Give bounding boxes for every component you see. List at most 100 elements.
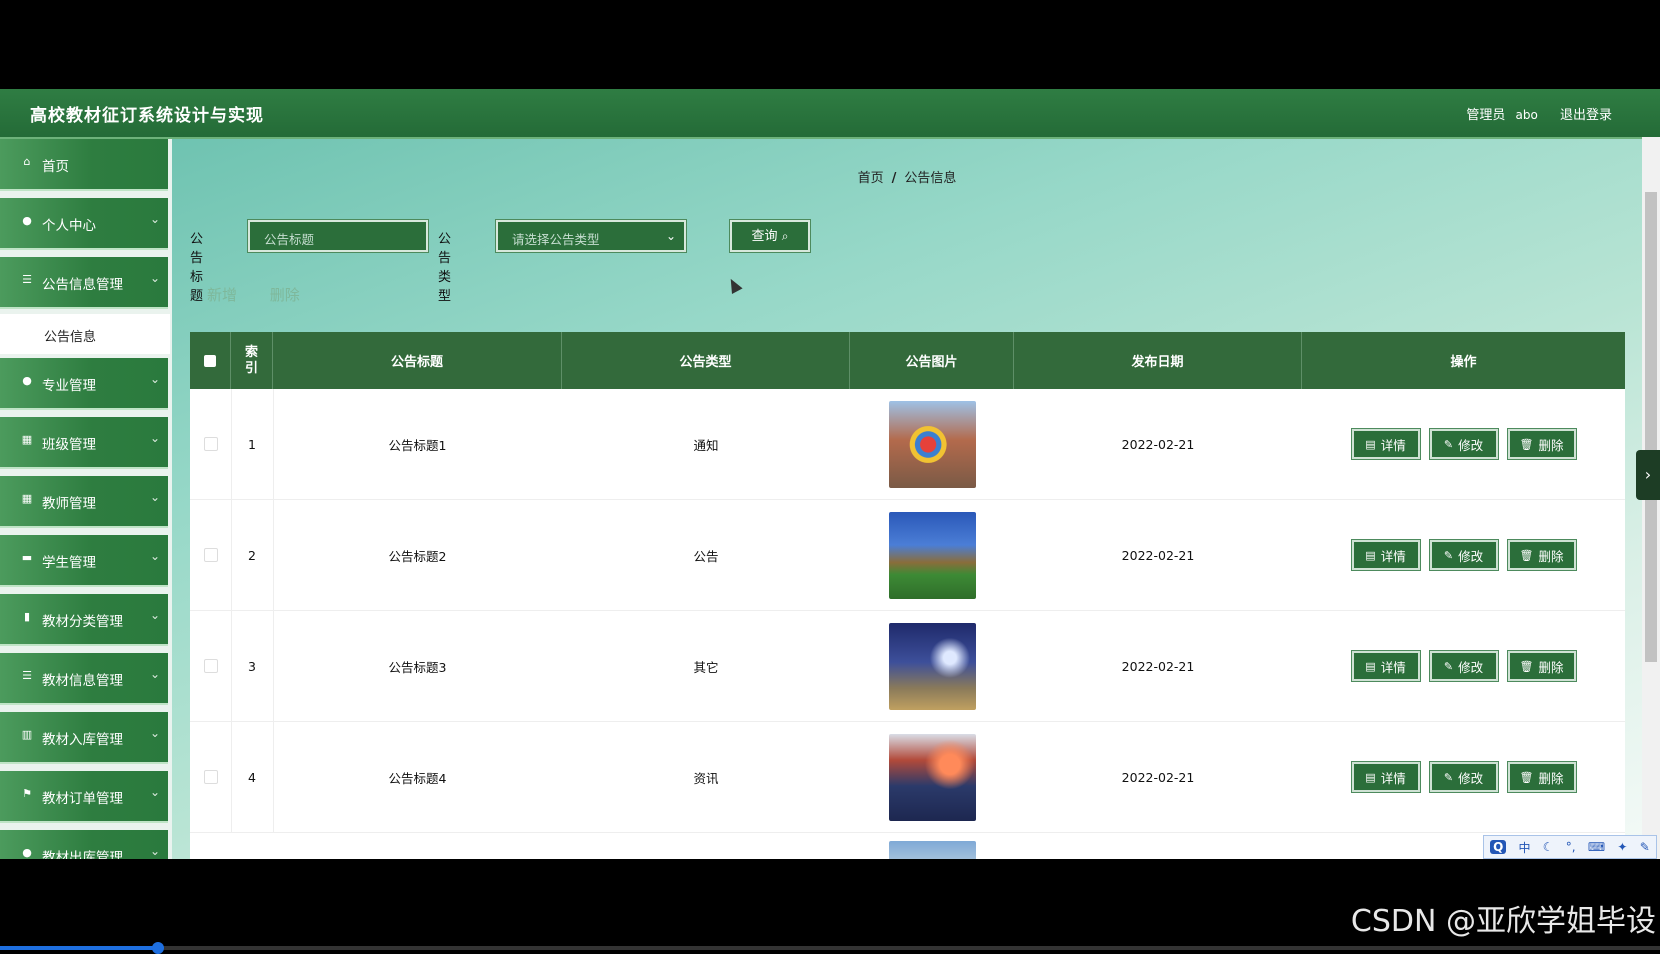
ime-language-toggle[interactable]: 中	[1519, 839, 1531, 856]
sidebar-item-8[interactable]: ☰ 教材信息管理 ⌄	[0, 653, 168, 705]
row-checkbox[interactable]	[203, 659, 218, 673]
edit-button[interactable]: ✎ 修改	[1428, 539, 1499, 571]
sidebar-item-label: 个人中心	[42, 218, 96, 234]
trash-icon: 🗑	[1519, 659, 1534, 673]
delete-button[interactable]: 🗑 删除	[1506, 428, 1577, 460]
detail-button[interactable]: ▤ 详情	[1350, 761, 1421, 793]
title-search-input[interactable]: 公告标题	[247, 219, 429, 253]
detail-button[interactable]: ▤ 详情	[1350, 539, 1421, 571]
logout-link[interactable]: 退出登录	[1560, 108, 1612, 123]
row-checkbox-cell[interactable]	[190, 611, 231, 721]
detail-button[interactable]: ▤ 详情	[1350, 650, 1421, 682]
breadcrumb-home[interactable]: 首页	[858, 171, 884, 186]
user-role: 管理员	[1466, 108, 1506, 123]
edit-button[interactable]: ✎ 修改	[1428, 650, 1499, 682]
edit-button-label: 修改	[1458, 548, 1484, 564]
sidebar-item-1[interactable]: ● 个人中心 ⌄	[0, 198, 168, 250]
sidebar-item-11[interactable]: ● 教材出库管理 ⌄	[0, 830, 168, 859]
row-title: 公告标题3	[388, 659, 447, 675]
sidebar-item-0[interactable]: ⌂ 首页	[0, 139, 168, 191]
sidebar-item-2[interactable]: ☰ 公告信息管理 ⌄	[0, 257, 168, 309]
chevron-down-icon: ⌄	[149, 212, 160, 226]
batch-delete-button[interactable]: 删除	[270, 286, 300, 304]
punctuation-icon[interactable]: °,	[1566, 840, 1576, 854]
sidebar-item-3[interactable]: ● 专业管理 ⌄	[0, 358, 168, 410]
sidebar-item-label: 首页	[42, 159, 69, 175]
sidebar-item-label: 教材订单管理	[42, 791, 123, 807]
row-checkbox-cell[interactable]	[190, 389, 231, 499]
row-date: 2022-02-21	[1121, 547, 1195, 563]
delete-button-label: 删除	[1538, 770, 1564, 786]
app-window: 高校教材征订系统设计与实现 管理员 abo 退出登录 ⌂ 首页 ● 个人中心 ⌄ ☰ 公告信…	[0, 89, 1660, 859]
row-actions: ▤ 详情 ✎ 修改 🗑 删除	[1302, 389, 1625, 499]
progress-handle[interactable]	[152, 942, 164, 954]
sidebar-item-10[interactable]: ⚑ 教材订单管理 ⌄	[0, 771, 168, 823]
search-icon: ⌕	[781, 229, 789, 243]
row-actions: ▤ 详情 ✎ 修改 🗑 删除	[1302, 722, 1625, 832]
sidebar-item-label: 教材信息管理	[42, 673, 123, 689]
delete-button[interactable]: 🗑 删除	[1506, 761, 1577, 793]
pencil-icon: ✎	[1443, 548, 1454, 562]
trash-icon: 🗑	[1519, 770, 1534, 784]
row-checkbox[interactable]	[203, 437, 218, 451]
col-date: 发布日期	[1014, 332, 1302, 389]
row-checkbox[interactable]	[203, 548, 218, 562]
pin-icon[interactable]: ✦	[1617, 840, 1627, 854]
chevron-down-icon: ⌄	[665, 229, 676, 243]
row-checkbox-cell[interactable]	[190, 722, 231, 832]
sidebar-item-4[interactable]: ▦ 班级管理 ⌄	[0, 417, 168, 469]
row-checkbox[interactable]	[203, 770, 218, 784]
detail-button[interactable]: ▤ 详情	[1350, 428, 1421, 460]
table-row: 1 公告标题1 通知 2022-02-21 ▤ 详情 ✎ 修改 🗑 删除	[190, 389, 1625, 500]
video-progress-bar[interactable]	[0, 942, 1660, 954]
notice-image-cell	[850, 611, 1014, 721]
col-title: 公告标题	[273, 332, 562, 389]
trash-icon: 🗑	[1519, 548, 1534, 562]
add-button[interactable]: 新增	[207, 286, 237, 304]
edit-button-label: 修改	[1458, 770, 1484, 786]
row-actions: ▤ 详情 ✎ 修改 🗑 删除	[1302, 611, 1625, 721]
type-select-placeholder: 请选择公告类型	[512, 232, 600, 247]
wrench-icon[interactable]: ✎	[1640, 840, 1650, 854]
notice-image	[888, 400, 976, 488]
delete-button-label: 删除	[1538, 548, 1564, 564]
detail-button-label: 详情	[1380, 437, 1406, 453]
sidebar-item-5[interactable]: ▦ 教师管理 ⌄	[0, 476, 168, 528]
notice-image-cell	[850, 833, 1014, 859]
sidebar-subitem-label: 公告信息	[44, 330, 97, 345]
sidebar-subitem-notice[interactable]: 公告信息	[0, 314, 170, 354]
delete-button-label: 删除	[1538, 659, 1564, 675]
main-content: 首页 / 公告信息 公告标题 公告标题 公告类型 请选择公告类型 ⌄ 查询 ⌕ 新增…	[172, 139, 1642, 859]
breadcrumb: 首页 / 公告信息	[172, 167, 1642, 186]
select-all-checkbox[interactable]	[204, 354, 216, 367]
user-icon: ●	[22, 214, 32, 227]
edit-button[interactable]: ✎ 修改	[1428, 428, 1499, 460]
table-row: 3 公告标题3 其它 2022-02-21 ▤ 详情 ✎ 修改 🗑 删除	[190, 611, 1625, 722]
sidebar-item-9[interactable]: ▥ 教材入库管理 ⌄	[0, 712, 168, 764]
edit-button[interactable]: ✎ 修改	[1428, 761, 1499, 793]
sidebar-item-label: 公告信息管理	[42, 277, 123, 293]
col-image: 公告图片	[850, 332, 1014, 389]
ime-toolbar[interactable]: Q 中 ☾ °, ⌨ ✦ ✎	[1483, 835, 1657, 859]
sidebar-item-6[interactable]: ▬ 学生管理 ⌄	[0, 535, 168, 587]
progress-fill	[0, 946, 160, 950]
type-select[interactable]: 请选择公告类型 ⌄	[495, 219, 687, 253]
page-scrollbar-thumb[interactable]	[1645, 192, 1657, 662]
row-date: 2022-02-21	[1121, 658, 1195, 674]
sidebar-item-7[interactable]: ▮ 教材分类管理 ⌄	[0, 594, 168, 646]
moon-icon[interactable]: ☾	[1543, 840, 1554, 854]
notice-image-cell	[850, 389, 1014, 499]
chevron-right-icon[interactable]: ›	[1636, 450, 1660, 500]
col-actions: 操作	[1450, 355, 1477, 370]
select-all-cell[interactable]	[190, 332, 231, 389]
delete-button[interactable]: 🗑 删除	[1506, 650, 1577, 682]
chevron-down-icon: ⌄	[149, 549, 160, 563]
table-row: 4 公告标题4 资讯 2022-02-21 ▤ 详情 ✎ 修改 🗑 删除	[190, 722, 1625, 833]
query-button[interactable]: 查询 ⌕	[729, 219, 811, 253]
row-checkbox-cell[interactable]	[190, 500, 231, 610]
delete-button[interactable]: 🗑 删除	[1506, 539, 1577, 571]
notice-image	[888, 622, 976, 710]
top-bar: 高校教材征订系统设计与实现 管理员 abo 退出登录	[0, 89, 1660, 139]
keyboard-icon[interactable]: ⌨	[1588, 840, 1605, 854]
detail-button-label: 详情	[1380, 548, 1406, 564]
